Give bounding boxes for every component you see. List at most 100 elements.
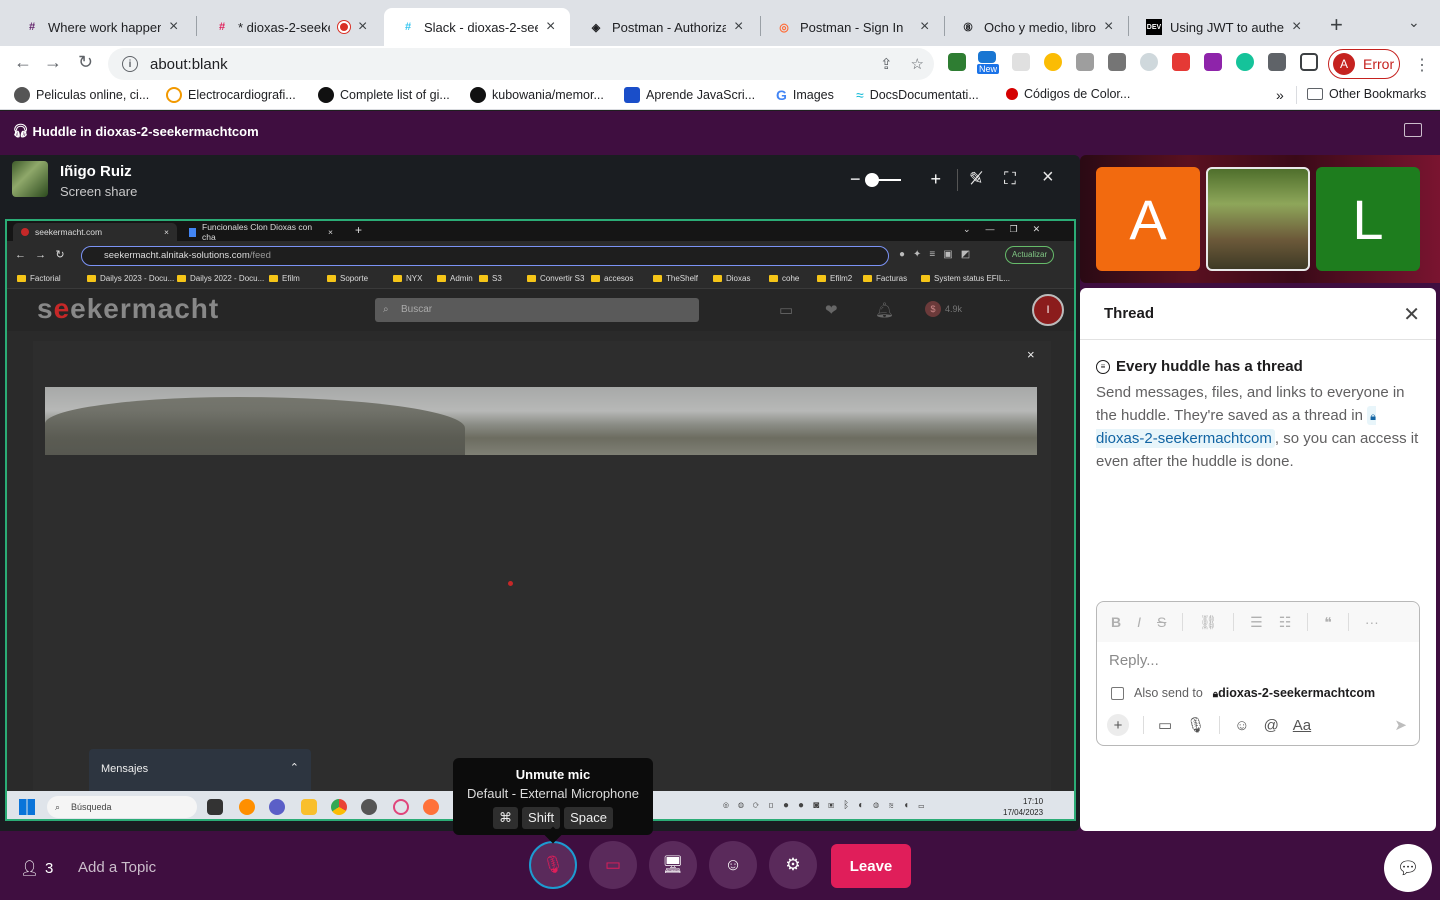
info-icon[interactable]: i xyxy=(122,56,138,72)
browser-tab-active[interactable]: # Slack - dioxas-2-seek × xyxy=(384,8,570,46)
link-icon[interactable]: ⛓ xyxy=(1199,614,1217,631)
reload-icon[interactable]: ↻ xyxy=(78,52,93,73)
participant-tiles: A L xyxy=(1080,155,1440,283)
extension-icon[interactable] xyxy=(1108,53,1126,71)
zoom-slider-knob[interactable] xyxy=(864,172,879,187)
bookmark-label: Other Bookmarks xyxy=(1329,87,1427,101)
bulleted-list-icon[interactable]: ☷ xyxy=(1279,614,1292,631)
plus-icon[interactable]: + xyxy=(1107,714,1129,736)
close-icon[interactable]: × xyxy=(1042,166,1054,189)
extension-icon[interactable] xyxy=(1044,53,1062,71)
gif-extension-icon[interactable] xyxy=(948,53,966,71)
forward-arrow-icon[interactable]: → xyxy=(44,52,62,73)
italic-icon[interactable]: I xyxy=(1137,614,1141,630)
close-icon[interactable]: ✕ xyxy=(1403,302,1420,327)
gear-icon: ⚙ xyxy=(785,855,801,874)
camera-toggle-button[interactable]: ▭ xyxy=(589,841,637,889)
shared-bookmark-item: Facturas xyxy=(863,274,907,283)
other-bookmarks[interactable]: Other Bookmarks xyxy=(1307,87,1426,101)
bookmark-item[interactable]: Complete list of gi... xyxy=(318,87,450,103)
browser-tab[interactable]: ◈ Postman - Authorizati × xyxy=(572,8,758,46)
popout-icon[interactable] xyxy=(1404,123,1422,137)
chevron-down-icon[interactable]: ⌄ xyxy=(1408,14,1420,31)
chat-bubble-icon: 💬︎ xyxy=(1396,857,1420,878)
bookmark-item[interactable]: Electrocardiografi... xyxy=(166,87,296,103)
bookmark-item[interactable]: kubowania/memor... xyxy=(470,87,604,103)
participant-tile[interactable]: L xyxy=(1316,167,1420,271)
new-tab-button[interactable]: + xyxy=(1330,12,1343,38)
tab-divider xyxy=(1128,16,1129,36)
browser-tab[interactable]: DEV Using JWT to authent × xyxy=(1130,8,1316,46)
extension-icon[interactable] xyxy=(1140,53,1158,71)
leave-button[interactable]: Leave xyxy=(831,844,911,888)
thread-header-title: Thread xyxy=(1104,305,1155,322)
star-icon[interactable]: ☆ xyxy=(911,55,924,73)
puzzle-extensions-icon[interactable] xyxy=(1268,53,1286,71)
blockquote-icon[interactable]: ❝ xyxy=(1324,614,1332,631)
reactions-button[interactable]: ☺ xyxy=(709,841,757,889)
profile-button[interactable]: A Error xyxy=(1328,49,1400,79)
bold-icon[interactable]: B xyxy=(1111,614,1121,630)
close-tab-icon[interactable]: × xyxy=(546,18,560,36)
microphone-icon[interactable]: 🎙︎ xyxy=(1186,716,1205,734)
extension-icon[interactable] xyxy=(1012,53,1030,71)
browser-tab[interactable]: # Where work happens × xyxy=(8,8,193,46)
text-format-icon[interactable]: Aa xyxy=(1293,717,1311,734)
share-screen-button[interactable]: 🖥︎ xyxy=(649,841,697,889)
emoji-icon[interactable]: ☺ xyxy=(1234,717,1249,734)
send-icon[interactable]: ➤ xyxy=(1394,716,1407,734)
bookmark-item[interactable]: Peliculas online, ci... xyxy=(14,87,149,103)
close-tab-icon[interactable]: × xyxy=(1292,18,1306,36)
back-arrow-icon[interactable]: ← xyxy=(14,52,32,73)
address-bar[interactable]: i about:blank ⇪ ☆ xyxy=(108,48,934,80)
more-menu-icon[interactable]: ⋮ xyxy=(1414,55,1430,75)
shared-bookmark-label: Soporte xyxy=(340,274,369,283)
mention-icon[interactable]: @ xyxy=(1264,717,1279,734)
participants-button[interactable]: 👤︎ 3 xyxy=(20,859,53,878)
browser-tab[interactable]: ◎ Postman - Sign In × xyxy=(760,8,944,46)
monitor-icon: 🖥︎ xyxy=(662,855,684,874)
bookmarks-overflow-button[interactable]: » xyxy=(1276,87,1284,103)
close-tab-icon[interactable]: × xyxy=(1104,18,1118,36)
bookmark-item[interactable]: Aprende JavaScri... xyxy=(624,87,755,103)
coins-value: 4.9k xyxy=(945,304,963,314)
more-icon[interactable]: ··· xyxy=(1365,614,1379,630)
add-topic-input[interactable]: Add a Topic xyxy=(78,859,156,876)
thread-toggle-button[interactable]: 💬︎ xyxy=(1384,844,1432,892)
shared-bookmark-item: Efilm2 xyxy=(817,274,852,283)
side-panel-icon[interactable] xyxy=(1300,53,1318,71)
grammarly-icon[interactable] xyxy=(1236,53,1254,71)
extension-icon[interactable] xyxy=(1204,53,1222,71)
extension-icon[interactable] xyxy=(1076,53,1094,71)
close-tab-icon[interactable]: × xyxy=(169,18,183,36)
browser-tab[interactable]: ⑧ Ocho y medio, libros c × xyxy=(944,8,1128,46)
browser-tab[interactable]: # * dioxas-2-seeker × xyxy=(198,8,382,46)
zoom-in-icon[interactable]: + xyxy=(931,169,942,190)
zoom-slider[interactable] xyxy=(864,172,901,187)
bookmark-item[interactable]: G Images xyxy=(776,87,834,103)
reply-input[interactable]: Reply... xyxy=(1109,652,1159,669)
participant-tile-active[interactable] xyxy=(1206,167,1310,271)
mic-toggle-button[interactable]: 🎙︎ xyxy=(529,841,577,889)
extension-icon[interactable] xyxy=(1172,53,1190,71)
video-clip-icon[interactable]: ▭ xyxy=(1158,716,1172,734)
bookmark-item[interactable]: Códigos de Color... xyxy=(1006,87,1130,101)
close-tab-icon[interactable]: × xyxy=(734,18,748,36)
also-send-checkbox[interactable] xyxy=(1111,686,1124,700)
close-tab-icon[interactable]: × xyxy=(920,18,934,36)
ordered-list-icon[interactable]: ☰ xyxy=(1250,614,1263,631)
draw-off-icon[interactable]: ✎̸ xyxy=(969,169,983,189)
settings-button[interactable]: ⚙ xyxy=(769,841,817,889)
close-tab-icon[interactable]: × xyxy=(358,18,372,36)
fullscreen-icon[interactable]: ⛶ xyxy=(1004,169,1016,189)
extension-icon[interactable] xyxy=(978,51,996,63)
shared-bookmark-label: Dailys 2023 - Docu... xyxy=(100,274,175,283)
zoom-out-icon[interactable]: − xyxy=(850,169,861,190)
profile-status: Error xyxy=(1363,56,1395,72)
bookmark-item[interactable]: ≈ DocsDocumentati... xyxy=(856,87,979,103)
strikethrough-icon[interactable]: S xyxy=(1157,614,1166,630)
share-icon[interactable]: ⇪ xyxy=(880,55,893,73)
clock-time: 17:10 xyxy=(1023,797,1044,806)
firefox-icon xyxy=(423,799,439,815)
participant-tile[interactable]: A xyxy=(1096,167,1200,271)
